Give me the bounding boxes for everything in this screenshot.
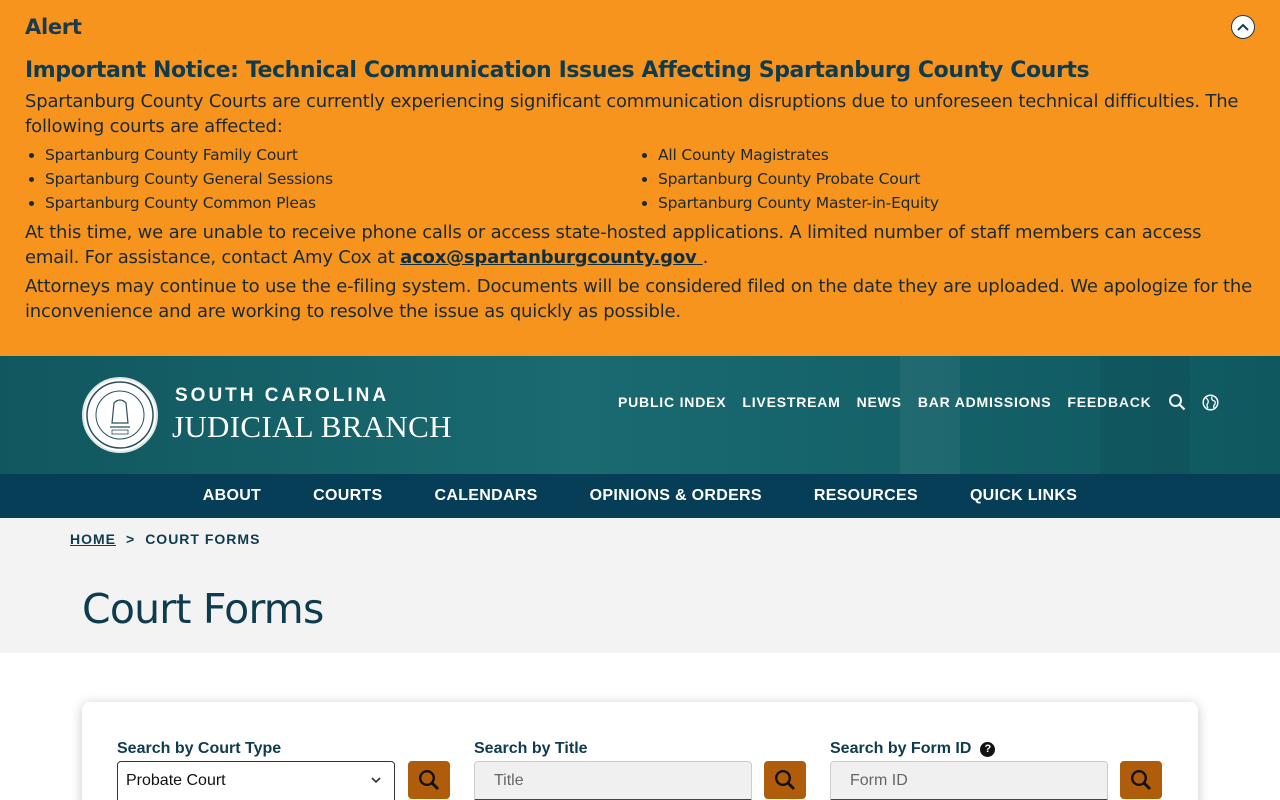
list-item: Spartanburg County General Sessions xyxy=(45,167,333,191)
court-type-search-button[interactable] xyxy=(408,761,450,799)
brand-state-name: SOUTH CAROLINA xyxy=(175,385,390,406)
utility-link-bar-admissions[interactable]: BAR ADMISSIONS xyxy=(918,394,1052,410)
utility-link-livestream[interactable]: LIVESTREAM xyxy=(742,394,840,410)
utility-nav: PUBLIC INDEX LIVESTREAM NEWS BAR ADMISSI… xyxy=(618,392,1235,412)
nav-item-opinions-orders[interactable]: OPINIONS & ORDERS xyxy=(590,487,762,505)
title-search-input[interactable] xyxy=(474,761,752,800)
court-type-label: Search by Court Type xyxy=(117,740,282,757)
language-button[interactable] xyxy=(1202,393,1219,411)
nav-item-calendars[interactable]: CALENDARS xyxy=(434,487,537,505)
breadcrumb-home-link[interactable]: HOME xyxy=(70,531,116,547)
title-search-button[interactable] xyxy=(764,761,806,799)
seal-icon xyxy=(86,381,154,449)
list-item: All County Magistrates xyxy=(658,143,939,167)
nav-item-about[interactable]: ABOUT xyxy=(203,487,261,505)
form-id-label: Search by Form ID ? xyxy=(830,740,996,758)
alert-banner: Alert Important Notice: Technical Commun… xyxy=(0,0,1280,356)
affected-courts-list-right: All County Magistrates Spartanburg Count… xyxy=(658,143,939,215)
page-header: HOME > COURT FORMS Court Forms xyxy=(0,518,1280,653)
search-icon xyxy=(418,769,439,790)
nav-item-resources[interactable]: RESOURCES xyxy=(814,487,918,505)
form-id-search-input[interactable] xyxy=(830,761,1108,800)
search-icon xyxy=(774,769,795,790)
page-title: Court Forms xyxy=(82,585,324,633)
court-type-selected-value: Probate Court xyxy=(126,772,226,789)
globe-icon xyxy=(1202,393,1219,411)
title-label: Search by Title xyxy=(474,740,588,757)
utility-link-public-index[interactable]: PUBLIC INDEX xyxy=(618,394,726,410)
breadcrumb-separator: > xyxy=(126,531,136,547)
utility-link-feedback[interactable]: FEEDBACK xyxy=(1067,394,1151,410)
main-nav: ABOUT COURTS CALENDARS OPINIONS & ORDERS… xyxy=(0,474,1280,518)
alert-contact-suffix: . xyxy=(702,247,709,268)
nav-item-quick-links[interactable]: QUICK LINKS xyxy=(970,487,1077,505)
search-icon xyxy=(1130,769,1151,790)
nav-item-courts[interactable]: COURTS xyxy=(313,487,382,505)
court-type-select[interactable]: Probate Court xyxy=(117,761,395,800)
breadcrumb-current: COURT FORMS xyxy=(145,531,261,547)
header-search-button[interactable] xyxy=(1168,393,1186,411)
list-item: Spartanburg County Master-in-Equity xyxy=(658,191,939,215)
affected-courts-list-left: Spartanburg County Family Court Spartanb… xyxy=(45,143,333,215)
alert-contact-paragraph: At this time, we are unable to receive p… xyxy=(25,220,1255,270)
alert-efiling-paragraph: Attorneys may continue to use the e-fili… xyxy=(25,276,1253,322)
court-seal-logo[interactable] xyxy=(82,377,158,453)
contact-email-link[interactable]: acox@spartanburgcounty.gov xyxy=(400,247,702,268)
chevron-down-icon xyxy=(371,777,381,784)
form-id-search-button[interactable] xyxy=(1120,761,1162,799)
alert-title: Alert xyxy=(25,15,82,39)
help-icon[interactable]: ? xyxy=(980,741,996,757)
site-header: SOUTH CAROLINA JUDICIAL BRANCH PUBLIC IN… xyxy=(0,356,1280,474)
forms-search-panel: Search by Court Type Probate Court Searc… xyxy=(82,702,1198,800)
alert-collapse-button[interactable] xyxy=(1231,15,1255,39)
utility-link-news[interactable]: NEWS xyxy=(857,394,902,410)
list-item: Spartanburg County Common Pleas xyxy=(45,191,333,215)
alert-intro: Spartanburg County Courts are currently … xyxy=(25,91,1239,137)
alert-heading: Important Notice: Technical Communicatio… xyxy=(25,58,1090,83)
brand-judicial-branch: JUDICIAL BRANCH xyxy=(172,409,452,444)
list-item: Spartanburg County Family Court xyxy=(45,143,333,167)
breadcrumb: HOME > COURT FORMS xyxy=(70,531,260,547)
form-id-label-text: Search by Form ID xyxy=(830,740,972,757)
list-item: Spartanburg County Probate Court xyxy=(658,167,939,191)
search-icon xyxy=(1168,394,1185,411)
chevron-up-icon xyxy=(1237,23,1249,31)
